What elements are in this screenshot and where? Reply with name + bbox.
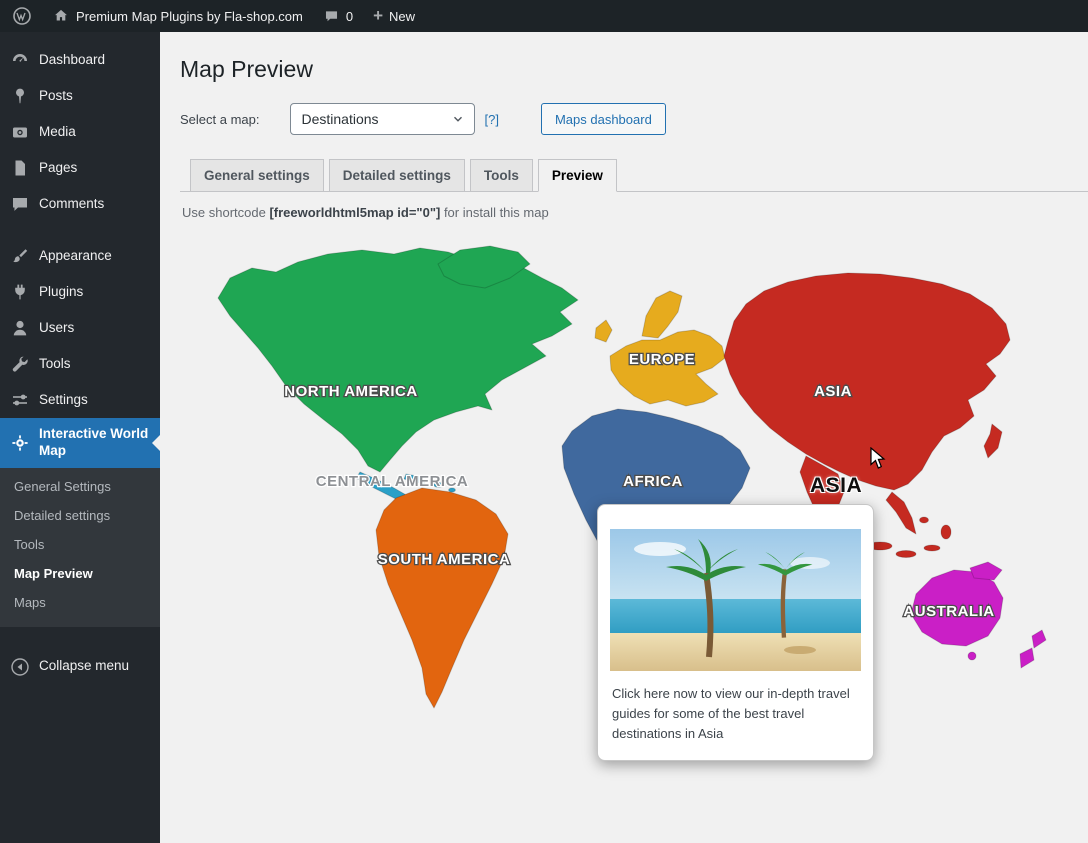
admin-bar: Premium Map Plugins by Fla-shop.com 0 + … [0,0,1088,32]
admin-bar-comments[interactable]: 0 [323,0,353,32]
camera-icon [10,122,30,142]
sidebar-subitem-maps[interactable]: Maps [0,588,160,617]
comments-count: 0 [346,9,353,24]
continent-label-asia: ASIA [814,383,852,400]
wordpress-logo-icon[interactable] [12,0,32,32]
sidebar-item-label: Dashboard [39,52,105,69]
sidebar-item-dashboard[interactable]: Dashboard [0,42,160,78]
sidebar-item-settings[interactable]: Settings [0,382,160,418]
site-name: Premium Map Plugins by Fla-shop.com [76,9,303,24]
settings-tabs: General settings Detailed settings Tools… [180,159,1088,192]
paintbrush-icon [10,246,30,266]
new-content-menu[interactable]: + New [373,0,415,32]
continent-north-america[interactable] [218,246,578,472]
home-icon [52,7,70,25]
sidebar-item-label: Comments [39,196,104,213]
chevron-down-icon [451,112,465,126]
collapse-arrow-icon [10,657,30,677]
maps-dashboard-button[interactable]: Maps dashboard [541,103,666,135]
gear-icon [10,433,30,453]
collapse-menu-button[interactable]: Collapse menu [0,649,160,685]
plus-icon: + [373,7,383,24]
sidebar-item-tools[interactable]: Tools [0,346,160,382]
menu-separator [0,222,160,238]
sidebar-item-appearance[interactable]: Appearance [0,238,160,274]
sidebar-item-media[interactable]: Media [0,114,160,150]
tab-detailed-settings[interactable]: Detailed settings [329,159,465,192]
sidebar-item-users[interactable]: Users [0,310,160,346]
sidebar-item-label: Users [39,320,74,337]
page-icon [10,158,30,178]
continent-south-america[interactable] [376,488,508,708]
map-select-value: Destinations [302,111,379,127]
help-link[interactable]: [?] [485,112,499,127]
admin-sidebar: Dashboard Posts Media Pages Comments [0,32,160,843]
continent-label-africa: AFRICA [623,473,683,490]
sidebar-item-label: Tools [39,356,71,373]
map-select[interactable]: Destinations [290,103,475,135]
plug-icon [10,282,30,302]
sidebar-item-label: Posts [39,88,73,105]
shortcode-code: [freeworldhtml5map id="0"] [269,205,440,220]
sidebar-item-comments[interactable]: Comments [0,186,160,222]
sidebar-subitem-general-settings[interactable]: General Settings [0,472,160,501]
comment-bubble-icon [323,8,340,25]
continent-label-europe: EUROPE [629,351,695,368]
collapse-menu-label: Collapse menu [39,658,129,675]
palm-trees-illustration [610,529,861,671]
continent-label-central-america: CENTRAL AMERICA [316,473,469,490]
sidebar-item-label: Pages [39,160,77,177]
user-icon [10,318,30,338]
sidebar-item-label: Appearance [39,248,112,265]
tab-general-settings[interactable]: General settings [190,159,324,192]
sidebar-item-label: Interactive World Map [39,426,150,460]
continent-europe[interactable] [595,291,725,406]
sidebar-subitem-detailed-settings[interactable]: Detailed settings [0,501,160,530]
plugin-submenu: General Settings Detailed settings Tools… [0,468,160,627]
shortcode-suffix: for install this map [440,205,548,220]
tooltip-text: Click here now to view our in-depth trav… [612,684,859,744]
shortcode-hint: Use shortcode [freeworldhtml5map id="0"]… [182,205,1068,220]
wp-logo-icon [12,6,32,26]
sidebar-item-label: Media [39,124,76,141]
sliders-icon [10,390,30,410]
map-select-row: Select a map: Destinations [?] Maps dash… [180,103,1068,135]
sidebar-item-label: Settings [39,392,88,409]
sidebar-subitem-tools[interactable]: Tools [0,530,160,559]
new-label: New [389,9,415,24]
main-content: Map Preview Select a map: Destinations [… [160,32,1088,843]
continent-label-australia: AUSTRALIA [903,603,994,620]
sidebar-item-interactive-world-map[interactable]: Interactive World Map [0,418,160,468]
sidebar-item-pages[interactable]: Pages [0,150,160,186]
mouse-cursor-icon [868,447,888,470]
tab-preview[interactable]: Preview [538,159,617,192]
pushpin-icon [10,86,30,106]
tooltip-photo [610,529,861,671]
comments-icon [10,194,30,214]
map-preview-area: NORTH AMERICA CENTRAL AMERICA SOUTH AMER… [180,236,1068,821]
select-map-label: Select a map: [180,112,260,127]
tab-tools[interactable]: Tools [470,159,533,192]
site-name-link[interactable]: Premium Map Plugins by Fla-shop.com [52,0,303,32]
map-tooltip[interactable]: Click here now to view our in-depth trav… [597,504,874,761]
sidebar-item-label: Plugins [39,284,83,301]
wrench-icon [10,354,30,374]
continent-label-south-america: SOUTH AMERICA [378,551,511,568]
shortcode-prefix: Use shortcode [182,205,269,220]
page-title: Map Preview [180,56,1068,83]
continent-label-north-america: NORTH AMERICA [284,383,417,400]
dashboard-icon [10,50,30,70]
sidebar-subitem-map-preview[interactable]: Map Preview [0,559,160,588]
sidebar-item-plugins[interactable]: Plugins [0,274,160,310]
tooltip-title: ASIA [810,474,862,498]
sidebar-item-posts[interactable]: Posts [0,78,160,114]
